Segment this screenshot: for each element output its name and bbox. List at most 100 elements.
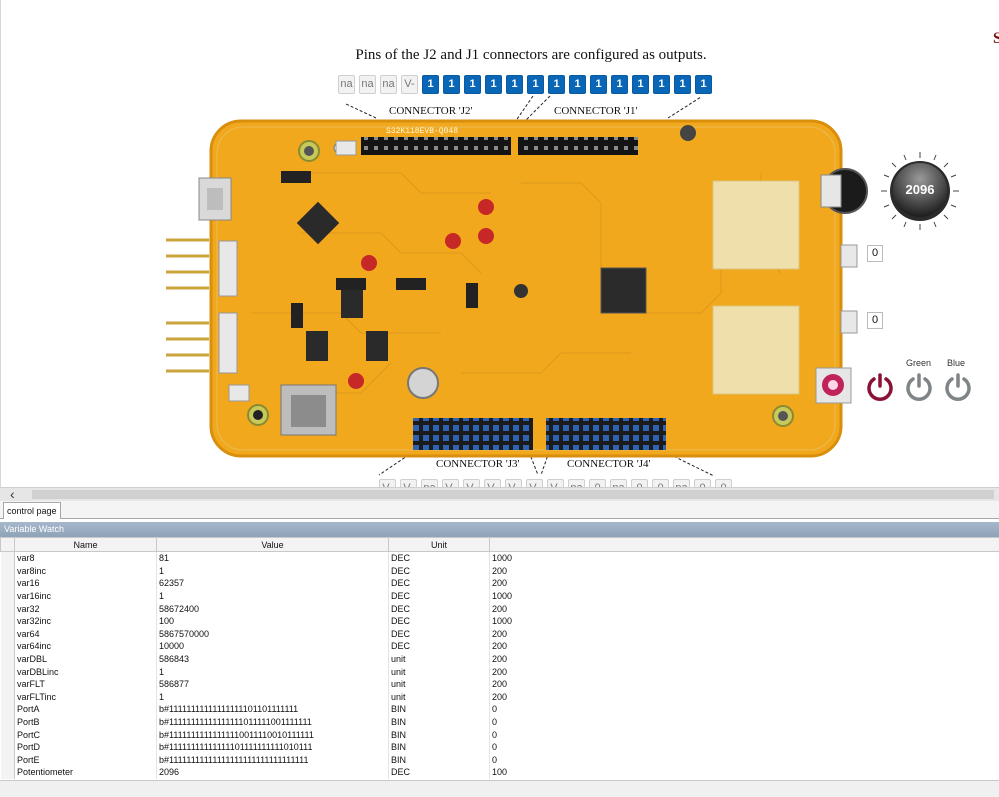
cell-name[interactable]: var16 xyxy=(15,577,157,590)
column-header-unit[interactable]: Unit xyxy=(389,538,490,552)
cell-unit[interactable]: DEC xyxy=(389,640,490,653)
row-header[interactable] xyxy=(1,716,15,729)
blue-led-power-icon[interactable] xyxy=(943,372,973,402)
row-header[interactable] xyxy=(1,703,15,716)
tab-control-page[interactable]: control page xyxy=(3,502,61,519)
cell-name[interactable]: PortB xyxy=(15,716,157,729)
table-row[interactable]: varFLTinc1unit200 xyxy=(1,691,999,704)
row-header[interactable] xyxy=(1,741,15,754)
table-row[interactable]: var3258672400DEC200 xyxy=(1,602,999,615)
cell-unit[interactable]: DEC xyxy=(389,628,490,641)
cell-unit[interactable]: DEC xyxy=(389,552,490,565)
table-row[interactable]: var8inc1DEC200 xyxy=(1,565,999,578)
row-header[interactable] xyxy=(1,628,15,641)
cell-name[interactable]: varDBLinc xyxy=(15,665,157,678)
cell-unit[interactable]: BIN xyxy=(389,716,490,729)
table-row[interactable]: var645867570000DEC200 xyxy=(1,628,999,641)
cell-value[interactable]: 58672400 xyxy=(157,602,389,615)
cell-value[interactable]: b#11111111111111101111111111010111 xyxy=(157,741,389,754)
row-header[interactable] xyxy=(1,577,15,590)
cell-period[interactable]: 0 xyxy=(490,703,999,716)
table-row[interactable]: PortDb#11111111111111101111111111010111B… xyxy=(1,741,999,754)
cell-period[interactable]: 200 xyxy=(490,653,999,666)
row-header[interactable] xyxy=(1,754,15,767)
cell-name[interactable]: Potentiometer xyxy=(15,766,157,779)
row-header[interactable] xyxy=(1,691,15,704)
cell-unit[interactable]: DEC xyxy=(389,565,490,578)
table-row[interactable]: var32inc100DEC1000 xyxy=(1,615,999,628)
horizontal-scrollbar[interactable]: ‹ xyxy=(0,487,999,502)
row-header[interactable] xyxy=(1,653,15,666)
cell-unit[interactable]: BIN xyxy=(389,741,490,754)
cell-name[interactable]: PortD xyxy=(15,741,157,754)
cell-period[interactable]: 0 xyxy=(490,728,999,741)
cell-unit[interactable]: BIN xyxy=(389,703,490,716)
cell-period[interactable]: 0 xyxy=(490,716,999,729)
table-row[interactable]: Potentiometer2096DEC100 xyxy=(1,766,999,779)
cell-period[interactable]: 1000 xyxy=(490,615,999,628)
cell-unit[interactable]: DEC xyxy=(389,766,490,779)
cell-unit[interactable]: BIN xyxy=(389,728,490,741)
cell-period[interactable]: 0 xyxy=(490,741,999,754)
table-row[interactable]: varFLT586877unit200 xyxy=(1,678,999,691)
table-row[interactable]: var881DEC1000 xyxy=(1,552,999,565)
table-row[interactable]: PortAb#11111111111111111101101111111BIN0 xyxy=(1,703,999,716)
table-row[interactable]: var64inc10000DEC200 xyxy=(1,640,999,653)
cell-unit[interactable]: unit xyxy=(389,665,490,678)
cell-period[interactable]: 200 xyxy=(490,565,999,578)
table-row[interactable]: PortBb#11111111111111111011111001111111B… xyxy=(1,716,999,729)
row-header[interactable] xyxy=(1,590,15,603)
cell-value[interactable]: 1 xyxy=(157,590,389,603)
cell-unit[interactable]: unit xyxy=(389,691,490,704)
cell-period[interactable]: 200 xyxy=(490,678,999,691)
table-row[interactable]: PortCb#11111111111111110011110010111111B… xyxy=(1,728,999,741)
cell-value[interactable]: b#11111111111111111011111001111111 xyxy=(157,716,389,729)
cell-unit[interactable]: unit xyxy=(389,678,490,691)
cell-name[interactable]: PortE xyxy=(15,754,157,767)
cell-name[interactable]: PortA xyxy=(15,703,157,716)
cell-value[interactable]: 81 xyxy=(157,552,389,565)
table-row[interactable]: PortEb#11111111111111111111111111111111B… xyxy=(1,754,999,767)
row-header[interactable] xyxy=(1,615,15,628)
cell-period[interactable]: 1000 xyxy=(490,552,999,565)
cell-name[interactable]: PortC xyxy=(15,728,157,741)
cell-value[interactable]: 10000 xyxy=(157,640,389,653)
row-header[interactable] xyxy=(1,565,15,578)
cell-value[interactable]: 100 xyxy=(157,615,389,628)
cell-name[interactable]: var32inc xyxy=(15,615,157,628)
cell-unit[interactable]: DEC xyxy=(389,615,490,628)
column-header-value[interactable]: Value xyxy=(157,538,389,552)
cell-period[interactable]: 200 xyxy=(490,665,999,678)
cell-value[interactable]: b#11111111111111110011110010111111 xyxy=(157,728,389,741)
chevron-left-icon[interactable]: ‹ xyxy=(10,486,15,502)
row-header[interactable] xyxy=(1,678,15,691)
cell-name[interactable]: var64inc xyxy=(15,640,157,653)
row-header[interactable] xyxy=(1,640,15,653)
cell-period[interactable]: 1000 xyxy=(490,590,999,603)
cell-value[interactable]: b#11111111111111111101101111111 xyxy=(157,703,389,716)
cell-value[interactable]: 586877 xyxy=(157,678,389,691)
cell-value[interactable]: 2096 xyxy=(157,766,389,779)
scrollbar-thumb[interactable] xyxy=(32,490,994,499)
cell-name[interactable]: var32 xyxy=(15,602,157,615)
table-row[interactable]: varDBL586843unit200 xyxy=(1,653,999,666)
column-header-period[interactable] xyxy=(490,538,999,552)
cell-period[interactable]: 200 xyxy=(490,628,999,641)
table-row[interactable]: var16inc1DEC1000 xyxy=(1,590,999,603)
cell-name[interactable]: var64 xyxy=(15,628,157,641)
cell-unit[interactable]: DEC xyxy=(389,577,490,590)
cell-unit[interactable]: DEC xyxy=(389,590,490,603)
cell-value[interactable]: b#11111111111111111111111111111111 xyxy=(157,754,389,767)
cell-period[interactable]: 200 xyxy=(490,577,999,590)
row-header[interactable] xyxy=(1,728,15,741)
green-led-power-icon[interactable] xyxy=(904,372,934,402)
cell-name[interactable]: var8inc xyxy=(15,565,157,578)
cell-value[interactable]: 5867570000 xyxy=(157,628,389,641)
cell-name[interactable]: varFLTinc xyxy=(15,691,157,704)
cell-name[interactable]: var16inc xyxy=(15,590,157,603)
cell-value[interactable]: 62357 xyxy=(157,577,389,590)
table-row[interactable]: varDBLinc1unit200 xyxy=(1,665,999,678)
cell-value[interactable]: 1 xyxy=(157,691,389,704)
table-row[interactable]: var1662357DEC200 xyxy=(1,577,999,590)
cell-name[interactable]: varFLT xyxy=(15,678,157,691)
